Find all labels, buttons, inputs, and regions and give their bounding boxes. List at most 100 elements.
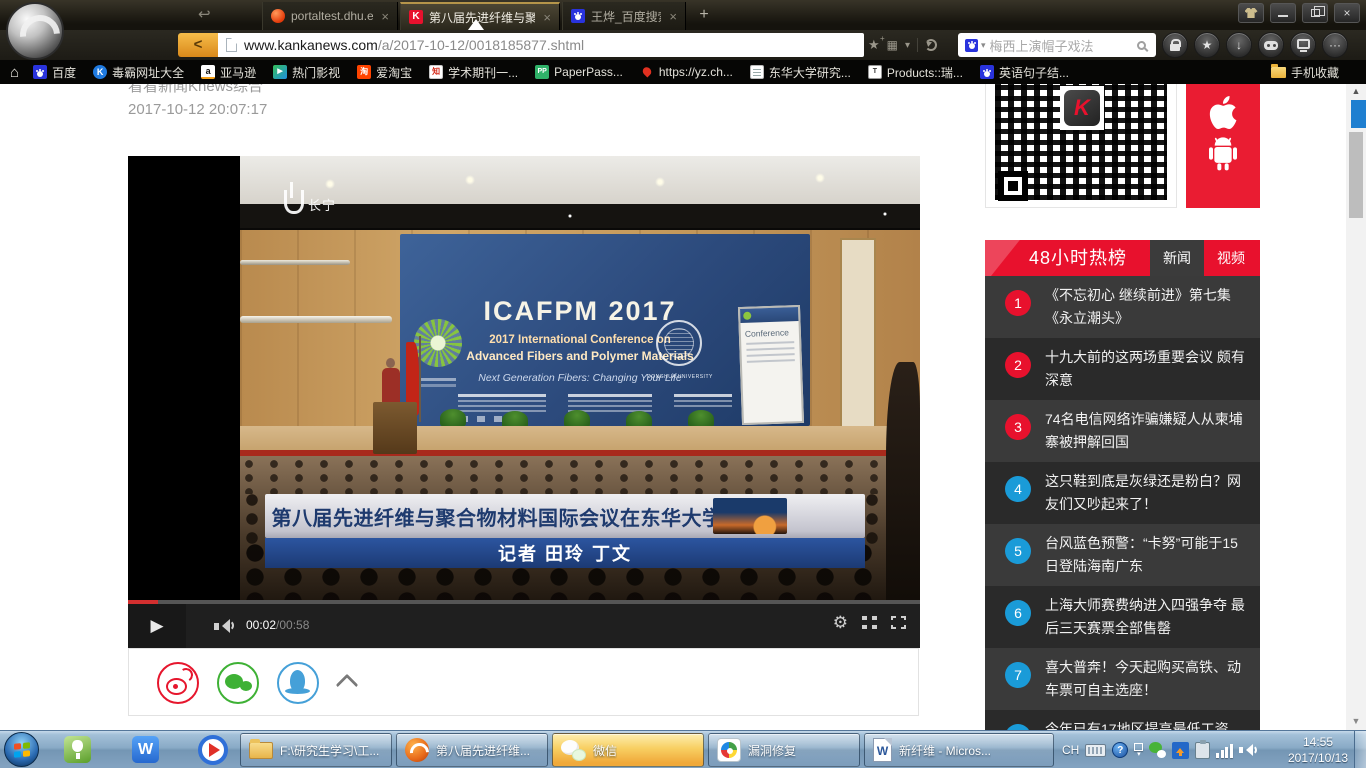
more-button[interactable]: ··· (1322, 32, 1348, 58)
scene-ceiling (240, 156, 920, 208)
chevron-down-icon[interactable]: ▾ (981, 40, 986, 51)
list-item[interactable]: 2十九大前的这两场重要会议 颇有深意 (985, 338, 1260, 400)
tab-video[interactable]: 视频 (1204, 240, 1258, 276)
taskbar-button-repair[interactable]: 漏洞修复 (708, 733, 860, 767)
tab-news[interactable]: 新闻 (1150, 240, 1204, 276)
rank-badge: 7 (1005, 662, 1031, 688)
taskbar-button-browser[interactable]: 第八届先进纤维... (396, 733, 548, 767)
scrollbar-widget[interactable] (1351, 100, 1366, 128)
bookmark-paperpass[interactable]: PPPaperPass... (535, 65, 623, 79)
projection-screen: Conference (738, 305, 804, 425)
tab-portaltest[interactable]: portaltest.dhu.edu.... × (262, 2, 398, 30)
wechat-share-icon[interactable] (217, 662, 259, 704)
favorites-button[interactable]: ★ (1194, 32, 1220, 58)
cheetah-browser-logo-icon[interactable] (6, 2, 64, 60)
scroll-down-arrow[interactable]: ▼ (1346, 716, 1366, 726)
qr-code-icon[interactable]: ▦ (887, 38, 898, 52)
list-item[interactable]: 7喜大普奔！今天起购买高铁、动车票可自主选座！ (985, 648, 1260, 710)
bookmark-products[interactable]: TProducts::瑞... (868, 64, 963, 81)
tab-close-icon[interactable]: × (381, 9, 389, 24)
scrollbar-thumb[interactable] (1349, 132, 1363, 218)
list-item[interactable]: 6上海大师赛费纳进入四强争夺 最后三天赛票全部售罄 (985, 586, 1260, 648)
bookmark-yz[interactable]: https://yz.ch... (640, 65, 733, 79)
current-time: 00:02 (246, 618, 276, 632)
minimize-button[interactable] (1270, 3, 1296, 23)
video-player-icon[interactable] (198, 735, 228, 765)
volume-tray-icon[interactable] (1239, 743, 1257, 758)
back-button[interactable]: < (178, 33, 218, 57)
download-button[interactable]: ↓ (1226, 32, 1252, 58)
url-path: /a/2017-10-12/0018185877.shtml (378, 37, 584, 53)
bookmark-movies[interactable]: ▶热门影视 (273, 64, 340, 81)
restore-button[interactable] (1302, 3, 1328, 23)
language-indicator[interactable]: CH (1062, 743, 1079, 757)
qq-share-icon[interactable] (277, 662, 319, 704)
list-item[interactable]: 1《不忘初心 继续前进》第七集《永立潮头》 (985, 276, 1260, 338)
weibo-share-icon[interactable] (157, 662, 199, 704)
wps-writer-icon[interactable]: W (132, 736, 159, 763)
help-icon[interactable]: ? (1112, 742, 1128, 758)
bookmark-english[interactable]: 英语句子结... (980, 64, 1069, 81)
progress-bar[interactable] (128, 600, 920, 604)
keyboard-icon[interactable] (1085, 744, 1106, 757)
list-item[interactable]: 8今年已有17地区提高最低工资 (985, 710, 1260, 730)
chevron-down-icon[interactable]: ▾ (905, 40, 910, 51)
games-button[interactable] (1258, 32, 1284, 58)
bookmark-amazon[interactable]: a亚马逊 (201, 64, 256, 81)
chevron-up-icon[interactable] (336, 674, 359, 697)
page-scrollbar[interactable]: ▲ ▼ (1346, 84, 1366, 730)
tab-nav-back-icon[interactable]: ↩ (198, 5, 211, 23)
bookmark-dhu[interactable]: 东华大学研究... (750, 64, 851, 81)
taskbar-button-folder[interactable]: F:\研究生学习\工... (240, 733, 392, 767)
apple-logo-icon[interactable] (1203, 84, 1243, 132)
new-tab-button[interactable]: + (692, 4, 716, 26)
list-item[interactable]: 5台风蓝色预警：“卡努”可能于15日登陆海南广东 (985, 524, 1260, 586)
coreldraw-icon[interactable] (64, 736, 91, 763)
video-center-button[interactable] (1290, 32, 1316, 58)
baidu-search-icon[interactable] (965, 39, 978, 52)
magnifier-icon[interactable] (1137, 41, 1146, 50)
system-tray: CH ? ▾ (1062, 731, 1257, 768)
bookmark-star-icon[interactable]: ★ (868, 37, 880, 53)
lock-button[interactable] (1162, 32, 1188, 58)
show-hidden-icons[interactable]: ▾ (1134, 743, 1143, 758)
tab-close-icon[interactable]: × (669, 9, 677, 24)
video-controls: ▶ 00:02/00:58 ⚙ (128, 600, 920, 648)
settings-gear-icon[interactable]: ⚙ (833, 614, 848, 631)
taskbar-button-wechat[interactable]: 微信 (552, 733, 704, 767)
audience-row (240, 456, 920, 494)
close-button[interactable]: × (1334, 3, 1360, 23)
flame-icon (640, 65, 654, 79)
donghua-university-label: DONGHUA UNIVERSITY (640, 374, 720, 380)
volume-icon[interactable] (214, 618, 234, 634)
updater-tray-icon[interactable] (1172, 742, 1189, 759)
bookmark-taobao[interactable]: 淘爱淘宝 (357, 64, 412, 81)
theater-mode-icon[interactable] (862, 616, 877, 629)
taskbar-clock[interactable]: 14:55 2017/10/13 (1284, 734, 1352, 766)
bookmark-mobile-favorites[interactable]: 手机收藏 (1271, 64, 1339, 81)
show-desktop-button[interactable] (1354, 731, 1366, 768)
start-button[interactable] (4, 732, 39, 767)
bookmark-duba[interactable]: K毒霸网址大全 (93, 64, 184, 81)
android-logo-icon[interactable] (1202, 132, 1244, 172)
scroll-up-arrow[interactable]: ▲ (1346, 86, 1366, 96)
home-icon[interactable]: ⌂ (10, 64, 19, 81)
video-screen[interactable]: ICAFPM 2017 2017 International Conferenc… (128, 156, 920, 600)
search-input[interactable]: ▾ 梅西上演帽子戏法 (958, 33, 1156, 57)
tab-baidu-search[interactable]: 王烨_百度搜索 × (562, 2, 686, 30)
list-item[interactable]: 4这只鞋到底是灰绿还是粉白？网友们又吵起来了！ (985, 462, 1260, 524)
fullscreen-icon[interactable] (891, 616, 906, 629)
network-signal-icon[interactable] (1216, 743, 1233, 758)
bookmark-baidu[interactable]: 百度 (33, 64, 76, 81)
list-item[interactable]: 374名电信网络诈骗嫌疑人从柬埔寨被押解回国 (985, 400, 1260, 462)
wechat-tray-icon[interactable] (1149, 742, 1166, 758)
refresh-icon[interactable] (925, 39, 937, 51)
url-field[interactable]: www.kankanews.com/a/2017-10-12/001818587… (218, 33, 864, 57)
tab-close-icon[interactable]: × (543, 10, 551, 25)
slide-header (740, 307, 798, 323)
play-button[interactable]: ▶ (128, 604, 186, 648)
device-tray-icon[interactable] (1195, 742, 1210, 759)
bookmark-cnki[interactable]: 知学术期刊一... (429, 64, 518, 81)
skin-button[interactable] (1238, 3, 1264, 23)
taskbar-button-word[interactable]: W 新纤维 - Micros... (864, 733, 1054, 767)
